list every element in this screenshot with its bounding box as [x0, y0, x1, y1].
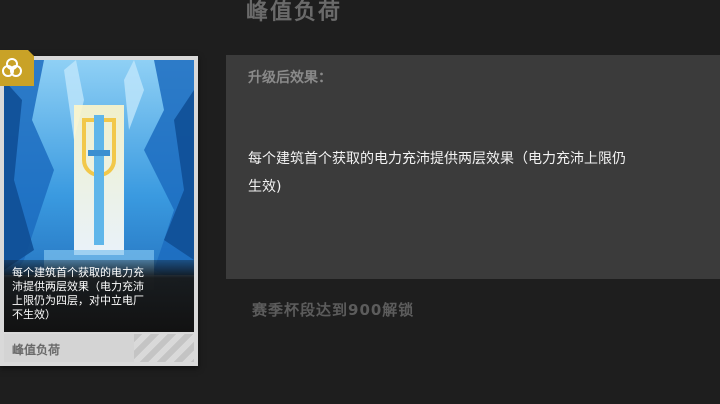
- unlock-requirement: 赛季杯段达到900解锁: [252, 301, 415, 319]
- effect-description: 每个建筑首个获取的电力充沛提供两层效果（电力充沛上限仍 生效): [248, 151, 626, 195]
- card-stripe-decoration: [134, 334, 194, 362]
- triple-circle-icon: [0, 50, 34, 86]
- card-description-box: 每个建筑首个获取的电力充 沛提供两层效果（电力充沛 上限仍为四层，对中立电厂 不…: [4, 260, 194, 332]
- card-description: 每个建筑首个获取的电力充 沛提供两层效果（电力充沛 上限仍为四层，对中立电厂 不…: [12, 266, 144, 321]
- upgrade-card[interactable]: 每个建筑首个获取的电力充 沛提供两层效果（电力充沛 上限仍为四层，对中立电厂 不…: [0, 56, 198, 366]
- upgrade-detail-screen: 峰值负荷 升级后效果： 每个建筑首个获取的电力充沛提供两层效果（电力充沛上限仍 …: [0, 0, 720, 404]
- card-name: 峰值负荷: [12, 343, 61, 357]
- effect-panel: 升级后效果： 每个建筑首个获取的电力充沛提供两层效果（电力充沛上限仍 生效): [226, 55, 720, 279]
- page-title: 峰值负荷: [246, 0, 343, 25]
- effect-heading: 升级后效果：: [248, 70, 332, 86]
- card-footer: 峰值负荷: [4, 334, 194, 362]
